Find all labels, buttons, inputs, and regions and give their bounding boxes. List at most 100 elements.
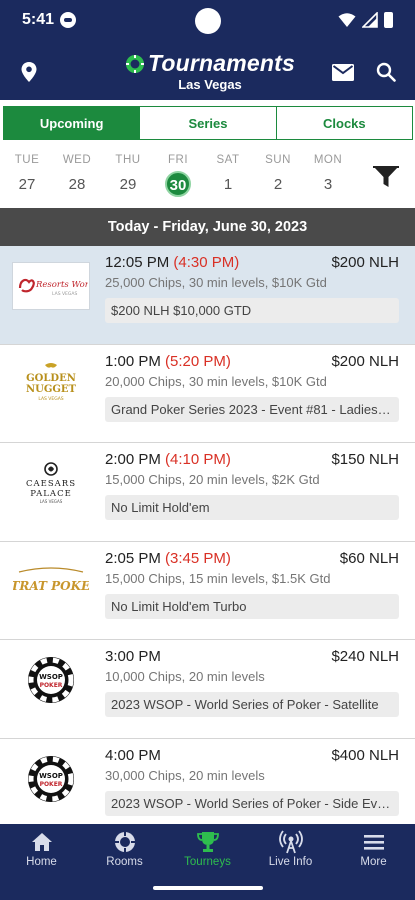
status-bar: 5:41 <box>0 0 415 44</box>
day-number: 1 <box>223 176 233 193</box>
page-title: Tournaments <box>147 50 296 76</box>
messages-button[interactable] <box>325 54 361 90</box>
start-time: 2:05 PM <box>105 549 161 567</box>
late-reg-time: (5:20 PM) <box>165 352 231 370</box>
logo-text: LAS VEGAS <box>38 396 63 402</box>
day-number: 27 <box>18 176 36 193</box>
nav-more[interactable]: More <box>332 824 415 876</box>
logo-text: GOLDEN <box>26 373 76 384</box>
buyin-price: $150 NLH <box>331 451 399 469</box>
home-icon <box>29 830 55 854</box>
buyin-price: $200 NLH <box>331 254 399 271</box>
start-time: 12:05 PM <box>105 254 170 271</box>
tournament-time: 3:00 PM <box>105 648 161 665</box>
day-number: 29 <box>119 176 137 193</box>
tournament-details: 10,000 Chips, 20 min levels <box>105 669 265 685</box>
buyin-price: $60 NLH <box>339 549 399 567</box>
broadcast-icon <box>278 830 304 854</box>
tournament-time: 2:05 PM (3:45 PM) <box>105 550 231 567</box>
system-gesture-area <box>0 876 415 900</box>
location-pin-icon <box>21 62 37 82</box>
location-button[interactable] <box>11 54 47 90</box>
day-sun[interactable]: SUN 2 <box>258 154 298 197</box>
filter-icon <box>373 166 399 187</box>
day-wed[interactable]: WED 28 <box>57 154 97 197</box>
wifi-icon <box>338 13 356 27</box>
nav-label: More <box>360 856 387 868</box>
app-header: Tournaments Las Vegas <box>0 44 415 100</box>
tab-clocks[interactable]: Clocks <box>276 107 412 139</box>
tournament-name: No Limit Hold'em Turbo <box>105 593 399 619</box>
logo-text: WSOP <box>39 673 63 681</box>
day-mon[interactable]: MON 3 <box>308 154 348 197</box>
filter-button[interactable] <box>371 160 401 194</box>
tournament-list[interactable]: Resorts World LAS VEGAS 12:05 PM (4:30 P… <box>0 246 415 824</box>
day-name: SUN <box>265 154 291 166</box>
start-time: 4:00 PM <box>105 746 161 764</box>
status-icons <box>338 12 393 28</box>
nav-label: Rooms <box>106 856 143 868</box>
logo-text: POKER <box>40 682 63 689</box>
day-sat[interactable]: SAT 1 <box>208 154 248 197</box>
privacy-indicator-icon <box>60 12 76 28</box>
day-name: THU <box>115 154 141 166</box>
tournament-name: $200 NLH $10,000 GTD <box>105 298 399 323</box>
day-fri-selected[interactable]: FRI 30 <box>158 154 198 197</box>
tabs-area: Upcoming Series Clocks <box>0 100 415 148</box>
tab-upcoming[interactable]: Upcoming <box>4 107 141 139</box>
nav-rooms[interactable]: Rooms <box>83 824 166 876</box>
date-section-header: Today - Friday, June 30, 2023 <box>0 208 415 246</box>
logo-text: LAS VEGAS <box>40 499 63 504</box>
late-reg-time: (4:30 PM) <box>173 254 240 271</box>
day-number: 3 <box>323 176 333 193</box>
status-time: 5:41 <box>22 11 55 28</box>
tournament-time: 2:00 PM (4:10 PM) <box>105 451 231 468</box>
poker-chip-icon <box>112 830 138 854</box>
tournament-row[interactable]: WSOP POKER 4:00 PM $400 NLH 30,000 Chips… <box>0 738 415 824</box>
signal-icon <box>362 12 378 28</box>
tab-bar: Upcoming Series Clocks <box>3 106 413 140</box>
day-name: MON <box>313 154 343 166</box>
tournament-row[interactable]: WSOP POKER 3:00 PM $240 NLH 10,000 Chips… <box>0 640 415 739</box>
buyin-price: $400 NLH <box>331 746 399 764</box>
day-thu[interactable]: THU 29 <box>108 154 148 197</box>
buyin-price: $200 NLH <box>331 352 399 370</box>
tournament-row[interactable]: Resorts World LAS VEGAS 12:05 PM (4:30 P… <box>0 246 415 345</box>
day-number: 2 <box>273 176 283 193</box>
day-name: TUE <box>14 154 40 166</box>
tournament-row[interactable]: STRAT POKER 2:05 PM (3:45 PM) $60 NLH 15… <box>0 541 415 641</box>
search-button[interactable] <box>368 54 404 90</box>
tournament-name: Grand Poker Series 2023 - Event #81 - La… <box>105 396 399 422</box>
day-tue[interactable]: TUE 27 <box>7 154 47 197</box>
tournament-row[interactable]: GOLDEN NUGGET LAS VEGAS 1:00 PM (5:20 PM… <box>0 344 415 444</box>
nav-live-info[interactable]: Live Info <box>249 824 332 876</box>
nav-tourneys[interactable]: Tourneys <box>166 824 249 876</box>
day-name: FRI <box>167 154 189 166</box>
tournament-time: 12:05 PM (4:30 PM) <box>105 254 239 271</box>
tournament-name: 2023 WSOP - World Series of Poker - Side… <box>105 790 399 816</box>
tournament-details: 20,000 Chips, 30 min levels, $10K Gtd <box>105 373 327 389</box>
search-icon <box>376 62 396 82</box>
logo-text: POKER <box>40 781 63 788</box>
day-number: 28 <box>68 176 86 193</box>
poker-chip-logo-icon <box>125 54 144 73</box>
day-strip: TUE 27 WED 28 THU 29 FRI 30 SAT 1 SUN 2 … <box>0 148 415 208</box>
nav-home[interactable]: Home <box>0 824 83 876</box>
day-number: 30 <box>165 171 191 197</box>
logo-text: Resorts World <box>35 280 88 290</box>
tab-series[interactable]: Series <box>140 107 277 139</box>
day-name: SAT <box>216 154 240 166</box>
start-time: 1:00 PM <box>105 352 161 370</box>
golden-nugget-logo: GOLDEN NUGGET LAS VEGAS <box>12 361 90 409</box>
menu-icon <box>361 830 387 854</box>
tournament-details: 25,000 Chips, 30 min levels, $10K Gtd <box>105 275 327 290</box>
home-gesture-bar[interactable] <box>153 886 263 890</box>
tournament-row[interactable]: CAESARS PALACE LAS VEGAS 2:00 PM (4:10 P… <box>0 443 415 542</box>
page-subtitle: Las Vegas <box>178 77 242 92</box>
camera-cutout <box>195 8 221 34</box>
caesars-palace-logo: CAESARS PALACE LAS VEGAS <box>12 459 90 507</box>
logo-text: PALACE <box>30 489 72 499</box>
start-time: 2:00 PM <box>105 451 161 469</box>
trophy-icon <box>195 830 221 854</box>
mail-icon <box>332 63 354 81</box>
